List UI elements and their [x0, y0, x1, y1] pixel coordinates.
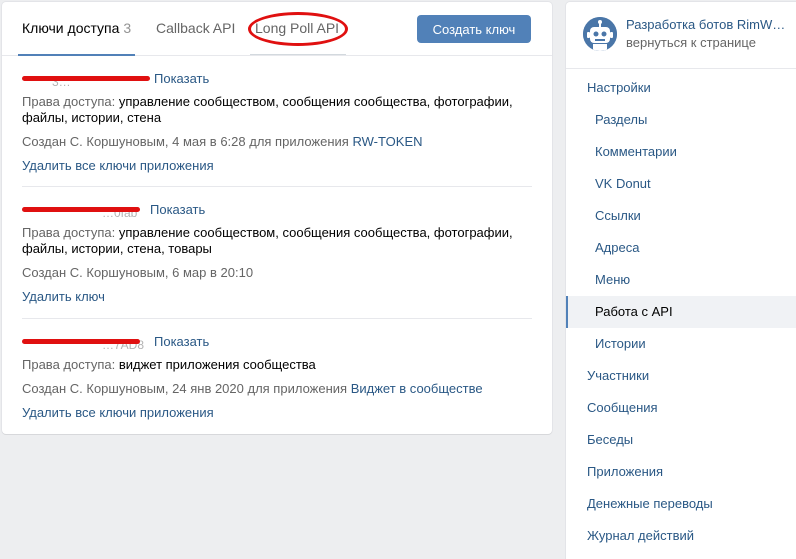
- perm-label: Права доступа:: [22, 94, 116, 109]
- key-item: …7AD8 Показать Права доступа: виджет при…: [22, 333, 532, 421]
- tab-access-keys-count: 3: [123, 20, 132, 36]
- key-created-info: Создан С. Коршуновым, 24 янв 2020 для пр…: [22, 381, 532, 397]
- sidebar-item[interactable]: Работа с API: [566, 296, 796, 328]
- tab-access-keys[interactable]: Ключи доступа 3: [17, 2, 136, 56]
- key-created-info: Создан С. Коршуновым, 4 мая в 6:28 для п…: [22, 134, 532, 150]
- perm-label: Права доступа:: [22, 357, 116, 372]
- delete-app-keys-link[interactable]: Удалить все ключи приложения: [22, 158, 532, 174]
- key-divider: [22, 318, 532, 319]
- create-key-button[interactable]: Создать ключ: [417, 15, 531, 43]
- key-header: …7AD8 Показать: [22, 333, 532, 352]
- sidebar-item[interactable]: Сообщения: [566, 392, 796, 424]
- show-key-link[interactable]: Показать: [154, 71, 209, 86]
- tab-long-poll-api-label: Long Poll API: [255, 20, 340, 36]
- sidebar-item[interactable]: Ссылки: [566, 200, 796, 232]
- created-text: Создан С. Коршуновым, 6 мар в 20:10: [22, 265, 254, 280]
- tab-hover-underline: [250, 54, 346, 55]
- key-permissions: Права доступа: управление сообществом, с…: [22, 94, 532, 126]
- tab-callback-api[interactable]: Callback API: [156, 2, 235, 55]
- masked-key: 3…: [22, 70, 150, 89]
- red-redaction-mark: [22, 76, 150, 81]
- red-redaction-mark: [22, 207, 140, 212]
- key-header: …0fab Показать: [22, 201, 532, 220]
- group-management-sidebar: Разработка ботов RimW… вернуться к стран…: [566, 2, 796, 559]
- sidebar-item[interactable]: Разделы: [566, 104, 796, 136]
- sidebar-item[interactable]: Приложения: [566, 456, 796, 488]
- perm-values: виджет приложения сообщества: [118, 357, 316, 372]
- masked-key: …0fab: [22, 201, 146, 220]
- sidebar-item[interactable]: VK Donut: [566, 168, 796, 200]
- key-permissions: Права доступа: управление сообществом, с…: [22, 225, 532, 257]
- bot-avatar-icon[interactable]: [583, 17, 617, 51]
- key-item: 3… Показать Права доступа: управление со…: [22, 70, 532, 174]
- sidebar-item[interactable]: Беседы: [566, 424, 796, 456]
- sidebar-item[interactable]: Участники: [566, 360, 796, 392]
- show-key-link[interactable]: Показать: [154, 334, 209, 349]
- masked-key: …7AD8: [22, 333, 150, 352]
- created-text: Создан С. Коршуновым, 24 янв 2020 для пр…: [22, 381, 348, 396]
- sidebar-item[interactable]: Журнал действий: [566, 520, 796, 552]
- perm-label: Права доступа:: [22, 225, 116, 240]
- sidebar-item[interactable]: Денежные переводы: [566, 488, 796, 520]
- sidebar-item[interactable]: Комментарии: [566, 136, 796, 168]
- key-header: 3… Показать: [22, 70, 532, 89]
- sidebar-item[interactable]: Адреса: [566, 232, 796, 264]
- back-to-page-link[interactable]: вернуться к странице: [626, 35, 756, 50]
- key-created-info: Создан С. Коршуновым, 6 мар в 20:10: [22, 265, 532, 281]
- tab-callback-api-label: Callback API: [156, 20, 236, 36]
- delete-key-link[interactable]: Удалить ключ: [22, 289, 532, 305]
- sidebar-item[interactable]: Меню: [566, 264, 796, 296]
- group-name-link[interactable]: Разработка ботов RimW…: [626, 17, 791, 32]
- tab-access-keys-label: Ключи доступа: [22, 20, 120, 36]
- show-key-link[interactable]: Показать: [150, 202, 205, 217]
- app-link[interactable]: RW-TOKEN: [352, 134, 422, 149]
- tab-long-poll-api[interactable]: Long Poll API: [255, 2, 339, 55]
- red-redaction-mark: [22, 339, 140, 344]
- key-permissions: Права доступа: виджет приложения сообщес…: [22, 357, 532, 373]
- sidebar-item[interactable]: Настройки: [566, 72, 796, 104]
- key-divider: [22, 186, 532, 187]
- delete-app-keys-link[interactable]: Удалить все ключи приложения: [22, 405, 532, 421]
- key-item: …0fab Показать Права доступа: управление…: [22, 201, 532, 305]
- tab-bar: Ключи доступа 3 Callback API Long Poll AP…: [2, 2, 552, 56]
- api-keys-panel: Ключи доступа 3 Callback API Long Poll AP…: [2, 2, 552, 434]
- sidebar-item[interactable]: Истории: [566, 328, 796, 360]
- group-header[interactable]: Разработка ботов RimW… вернуться к стран…: [566, 2, 796, 69]
- created-text: Создан С. Коршуновым, 4 мая в 6:28 для п…: [22, 134, 349, 149]
- app-link[interactable]: Виджет в сообществе: [351, 381, 483, 396]
